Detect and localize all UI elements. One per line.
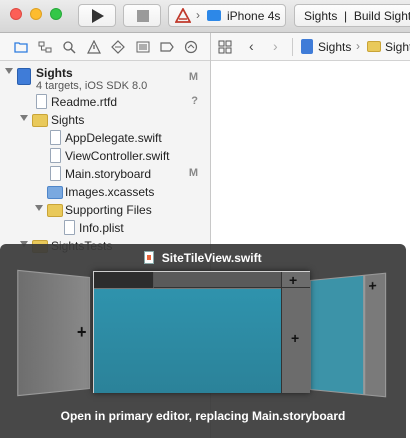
overlay-caption: Open in primary editor, replacing Main.s…: [60, 409, 346, 423]
swift-file-icon: [144, 251, 155, 265]
tree-item-project[interactable]: Sights 4 targets, iOS SDK 8.0 M: [0, 64, 210, 94]
tree-item-label: ViewController.swift: [65, 149, 170, 163]
tree-item-file[interactable]: Main.storyboard M: [0, 165, 210, 183]
tree-item-label: Info.plist: [79, 221, 124, 235]
play-icon: [92, 9, 104, 23]
plus-icon[interactable]: +: [289, 272, 297, 288]
tree-item-group[interactable]: Supporting Files: [0, 201, 210, 219]
asset-catalog-icon: [47, 186, 63, 199]
window-toolbar: › iPhone 4s Sights | Build Sights: [0, 0, 410, 33]
scm-status-badge: ?: [191, 95, 198, 107]
jump-bar: ‹ › Sights › Sights: [211, 33, 410, 61]
folder-icon: [367, 41, 381, 52]
swift-file-icon: [50, 130, 61, 145]
chevron-right-icon: ›: [356, 39, 360, 53]
disclosure-triangle-icon[interactable]: [35, 205, 43, 211]
app-target-icon: [175, 8, 191, 23]
tree-item-file[interactable]: Info.plist: [0, 219, 210, 237]
scm-status-badge: M: [188, 167, 198, 179]
overlay-file-name: SiteTileView.swift: [161, 250, 262, 265]
chevron-right-icon: ›: [196, 8, 200, 22]
tree-item-subtitle: 4 targets, iOS SDK 8.0: [36, 80, 148, 92]
device-label: iPhone 4s: [227, 9, 281, 23]
disclosure-triangle-icon[interactable]: [20, 115, 28, 121]
report-icon[interactable]: [184, 40, 198, 54]
new-editor-right-option[interactable]: +: [310, 272, 387, 398]
plus-icon: +: [368, 276, 377, 295]
forward-arrow-icon[interactable]: ›: [273, 38, 278, 54]
editor-pane-preview: [310, 274, 365, 396]
jump-bar-divider: [292, 38, 293, 56]
tree-item-file[interactable]: Readme.rtfd ?: [0, 93, 210, 111]
device-icon: [207, 10, 221, 21]
assistant-pane-preview: +: [364, 272, 387, 398]
folder-icon: [32, 114, 48, 127]
tree-item-label: Main.storyboard: [65, 167, 152, 181]
stop-button[interactable]: [123, 4, 161, 27]
jump-bar-item-project[interactable]: Sights: [318, 40, 351, 54]
plist-file-icon: [64, 220, 75, 235]
project-file-icon: [301, 39, 313, 54]
primary-editor-option[interactable]: + +: [93, 271, 310, 393]
close-window-button[interactable]: [10, 8, 22, 20]
new-editor-left-option[interactable]: +: [17, 269, 91, 397]
warning-icon[interactable]: [87, 39, 101, 54]
search-icon[interactable]: [62, 40, 76, 54]
tab-strip-preview: [94, 272, 281, 288]
debug-icon[interactable]: [136, 40, 150, 54]
rtf-file-icon: [36, 94, 47, 109]
breakpoint-icon[interactable]: [160, 40, 174, 54]
assistant-pane-preview: + +: [281, 272, 310, 393]
project-file-icon: [17, 68, 31, 85]
symbol-icon[interactable]: [38, 40, 52, 54]
storyboard-file-icon: [50, 166, 61, 181]
run-button[interactable]: [78, 4, 116, 27]
tree-item-label: Sights: [51, 113, 85, 127]
back-arrow-icon[interactable]: ‹: [249, 38, 254, 54]
tree-item-group[interactable]: Sights: [0, 111, 210, 129]
activity-separator: |: [344, 9, 348, 23]
tree-item-label: Sights: [36, 66, 73, 80]
destination-chooser-overlay: SiteTileView.swift + + + + Open in prima…: [0, 244, 406, 438]
scheme-selector[interactable]: › iPhone 4s: [168, 4, 286, 27]
primary-editor-preview: [94, 289, 281, 393]
tree-item-label: Readme.rtfd: [51, 95, 118, 109]
plus-icon: +: [76, 321, 87, 343]
swift-file-icon: [50, 148, 61, 163]
tree-item-file[interactable]: AppDelegate.swift: [0, 129, 210, 147]
minimize-window-button[interactable]: [30, 8, 42, 20]
folder-icon: [47, 204, 63, 217]
disclosure-triangle-icon[interactable]: [5, 68, 13, 74]
scm-status-badge: M: [188, 71, 198, 83]
test-icon[interactable]: [111, 40, 125, 54]
tree-item-label: AppDelegate.swift: [65, 131, 162, 145]
plus-icon[interactable]: +: [291, 330, 299, 346]
navigator-selector-bar: [0, 33, 210, 61]
tree-item-label: Supporting Files: [65, 203, 152, 217]
stop-icon: [137, 10, 149, 22]
activity-status: Build Sights: [353, 9, 410, 23]
tree-item-file[interactable]: Images.xcassets: [0, 183, 210, 201]
zoom-window-button[interactable]: [50, 8, 62, 20]
activity-viewer: Sights | Build Sights: [294, 4, 410, 27]
tab-preview: [94, 272, 154, 288]
folder-icon[interactable]: [14, 40, 28, 54]
activity-project: Sights: [304, 9, 338, 23]
tree-item-label: Images.xcassets: [65, 185, 155, 199]
tree-item-file[interactable]: ViewController.swift: [0, 147, 210, 165]
related-items-icon[interactable]: [218, 40, 232, 54]
jump-bar-item-group[interactable]: Sights: [385, 40, 410, 54]
